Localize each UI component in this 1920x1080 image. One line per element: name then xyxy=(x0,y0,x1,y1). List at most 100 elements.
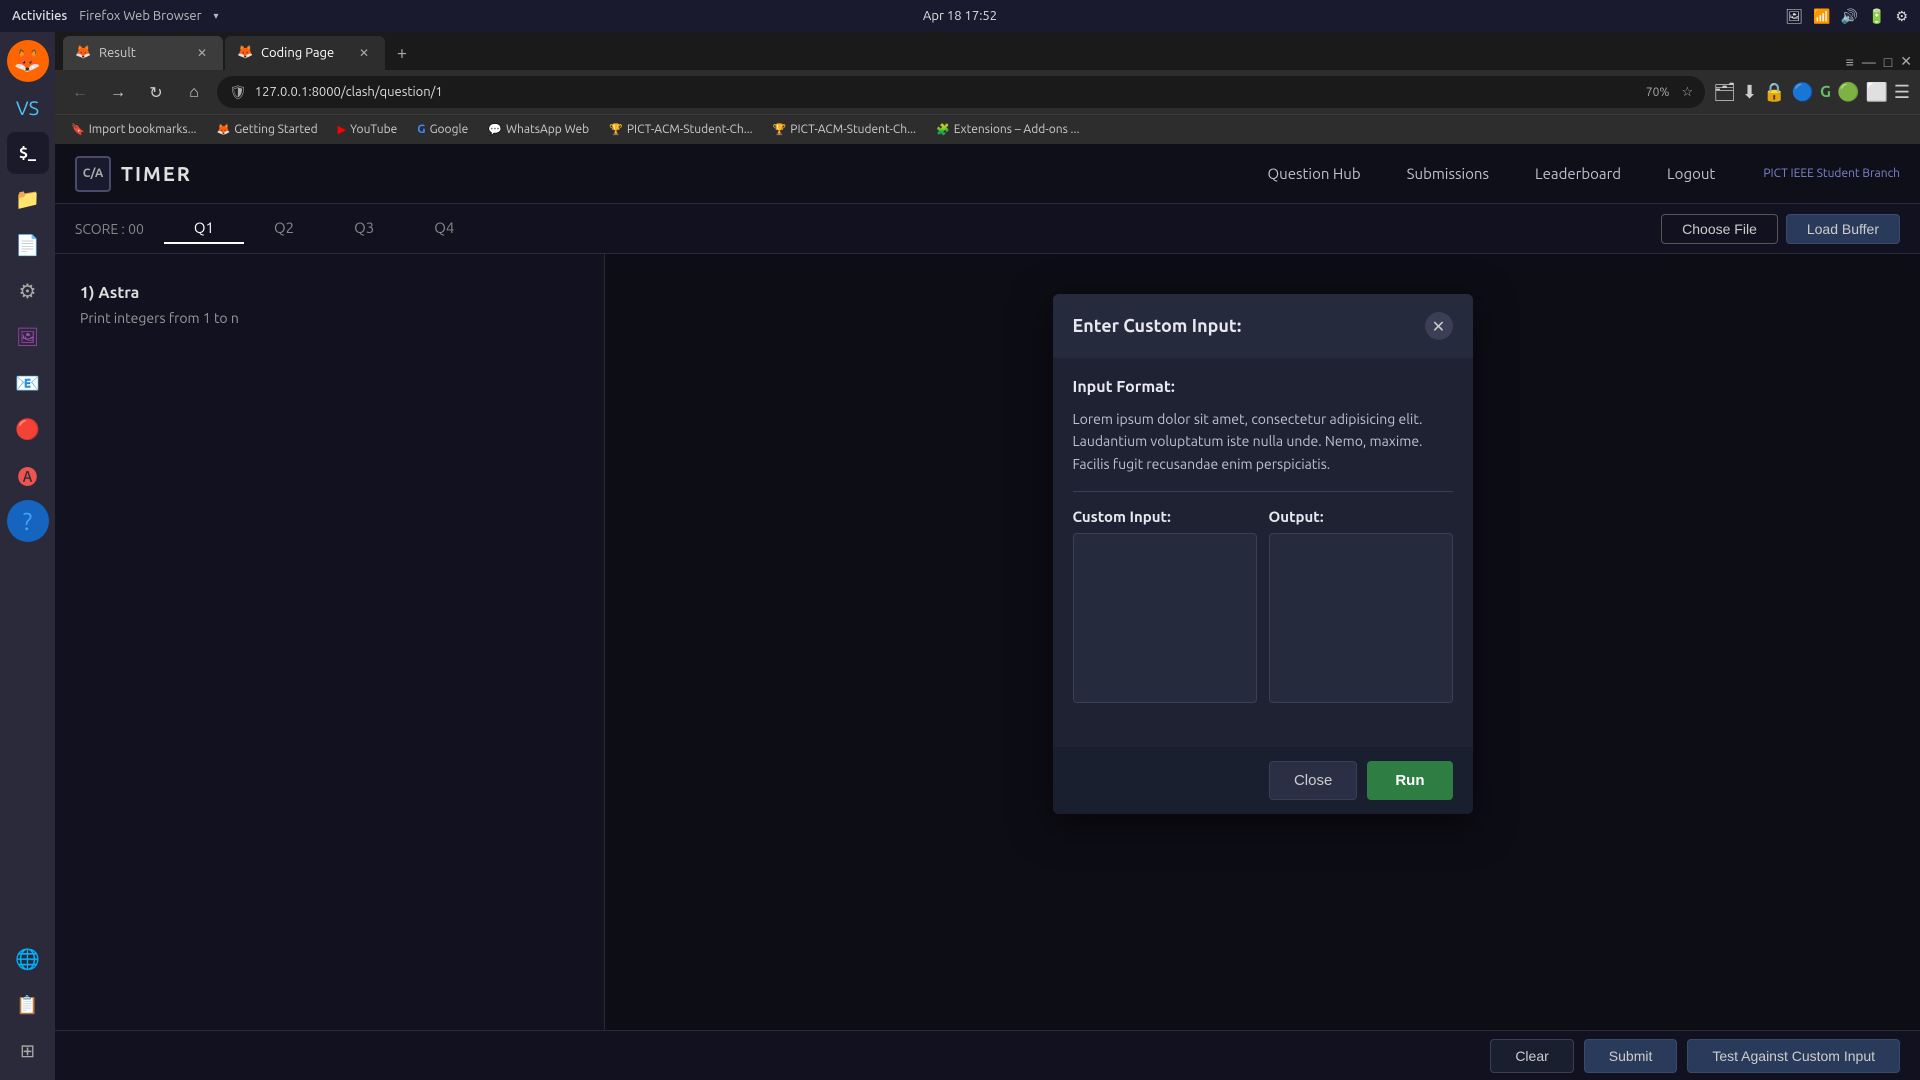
settings-sys-icon[interactable]: ⚙ xyxy=(1895,8,1908,25)
custom-input-modal: Enter Custom Input: ✕ Input Format: Lore… xyxy=(1053,294,1473,814)
sidebar-firefox-icon[interactable]: 🦊 xyxy=(7,40,49,82)
choose-file-button[interactable]: Choose File xyxy=(1661,214,1778,244)
screenshot-sys-icon: 🖼 xyxy=(1785,8,1803,25)
question-panel: 1) Astra Print integers from 1 to n xyxy=(55,254,605,1030)
nav-leaderboard[interactable]: Leaderboard xyxy=(1527,161,1629,186)
modal-run-btn[interactable]: Run xyxy=(1367,761,1452,800)
bookmark-pict1[interactable]: 🏆 PICT-ACM-Student-Ch... xyxy=(601,121,760,138)
sidebar-files-icon[interactable]: 📁 xyxy=(7,178,49,220)
bookmark-pict1-label: PICT-ACM-Student-Ch... xyxy=(627,123,753,136)
q-tab-3[interactable]: Q3 xyxy=(324,213,404,244)
restore-window[interactable]: □ xyxy=(1884,54,1892,70)
bottom-bar: Clear Submit Test Against Custom Input xyxy=(55,1030,1920,1080)
bookmark-whatsapp[interactable]: 💬 WhatsApp Web xyxy=(480,121,597,138)
bookmark-youtube[interactable]: ▶ YouTube xyxy=(330,121,406,138)
bookmark-pict2-icon: 🏆 xyxy=(773,123,787,136)
tab-list-icon[interactable]: ≡ xyxy=(1846,54,1854,70)
browser-name: Firefox Web Browser xyxy=(79,9,201,23)
browser-dropdown-icon[interactable]: ▾ xyxy=(214,10,219,22)
close-window[interactable]: ✕ xyxy=(1900,53,1912,70)
sidebar-document-icon[interactable]: 📄 xyxy=(7,224,49,266)
tab-result-label: Result xyxy=(99,46,136,60)
tab-result-close[interactable]: ✕ xyxy=(193,44,211,62)
grammarly-icon[interactable]: G xyxy=(1820,83,1831,101)
tab-coding[interactable]: 🦊 Coding Page ✕ xyxy=(225,36,385,70)
bookmark-google[interactable]: G Google xyxy=(409,121,476,138)
tab-result-icon: 🦊 xyxy=(75,45,91,61)
sidebar-vpn-icon[interactable]: 🔴 xyxy=(7,408,49,450)
tab-bar: 🦊 Result ✕ 🦊 Coding Page ✕ + ≡ — □ ✕ xyxy=(55,32,1920,70)
bookmark-import-label: Import bookmarks... xyxy=(89,123,197,136)
bookmark-pict1-icon: 🏆 xyxy=(609,123,623,136)
pocket-icon[interactable]: 🗂 xyxy=(1713,82,1736,103)
code-editor-area[interactable]: Enter Custom Input: ✕ Input Format: Lore… xyxy=(605,254,1920,1030)
browser-chrome: 🦊 Result ✕ 🦊 Coding Page ✕ + ≡ — □ ✕ ← →… xyxy=(55,32,1920,144)
q-tab-4[interactable]: Q4 xyxy=(404,213,484,244)
nav-submissions[interactable]: Submissions xyxy=(1399,161,1497,186)
tab-coding-close[interactable]: ✕ xyxy=(355,44,373,62)
sidebar-files2-icon[interactable]: 📋 xyxy=(7,984,49,1026)
bookmark-getting-started[interactable]: 🦊 Getting Started xyxy=(209,121,326,138)
app-logo: C/A TIMER xyxy=(75,156,192,192)
sidebar-grid-icon[interactable]: ⊞ xyxy=(7,1030,49,1072)
load-buffer-button[interactable]: Load Buffer xyxy=(1786,214,1900,244)
extension-green-icon[interactable]: 🟢 xyxy=(1837,82,1859,103)
forward-button[interactable]: → xyxy=(103,77,133,107)
wifi-icon: 📶 xyxy=(1813,8,1830,25)
app-header: C/A TIMER Question Hub Submissions Leade… xyxy=(55,144,1920,204)
address-bar[interactable]: 🛡 127.0.0.1:8000/clash/question/1 70% ☆ xyxy=(217,76,1705,108)
sidebar-settings-icon[interactable]: ⚙ xyxy=(7,270,49,312)
reload-button[interactable]: ↻ xyxy=(141,77,171,107)
nav-bar-right: 🗂 ⬇ 🔒 🔵 G 🟢 ⬜ ☰ xyxy=(1713,82,1910,103)
q-tab-2[interactable]: Q2 xyxy=(244,213,324,244)
linux-sidebar: 🦊 VS $_ 📁 📄 ⚙ 🖼 📧 🔴 🅐 ? 🌐 📋 ⊞ xyxy=(0,32,55,1080)
question-tabs: Q1 Q2 Q3 Q4 xyxy=(164,213,484,244)
main-area: 1) Astra Print integers from 1 to n Ente… xyxy=(55,254,1920,1030)
sidebar-network-icon[interactable]: 🌐 xyxy=(7,938,49,980)
bookmark-pict2-label: PICT-ACM-Student-Ch... xyxy=(790,123,916,136)
url-text: 127.0.0.1:8000/clash/question/1 xyxy=(255,85,1634,99)
bookmark-extensions[interactable]: 🧩 Extensions – Add-ons ... xyxy=(928,121,1087,138)
test-custom-button[interactable]: Test Against Custom Input xyxy=(1687,1039,1900,1073)
modal-close-button[interactable]: ✕ xyxy=(1425,312,1453,340)
minimize-window[interactable]: — xyxy=(1862,54,1876,70)
bookmark-star-icon[interactable]: ☆ xyxy=(1681,85,1693,100)
question-title: 1) Astra xyxy=(80,284,579,302)
extension-blue-icon[interactable]: 🔵 xyxy=(1792,82,1814,103)
q-tab-1[interactable]: Q1 xyxy=(164,213,244,244)
sidebar-help-icon[interactable]: ? xyxy=(7,500,49,542)
input-output-row: Custom Input: Output: xyxy=(1073,508,1453,707)
nav-question-hub[interactable]: Question Hub xyxy=(1260,161,1369,186)
modal-close-btn[interactable]: Close xyxy=(1269,761,1357,800)
bookmark-import[interactable]: 🔖 Import bookmarks... xyxy=(63,121,205,138)
custom-input-textarea[interactable] xyxy=(1073,533,1257,703)
modal-overlay: Enter Custom Input: ✕ Input Format: Lore… xyxy=(605,254,1920,1030)
activities-button[interactable]: Activities xyxy=(12,9,67,23)
sidebar-terminal-icon[interactable]: $_ xyxy=(7,132,49,174)
submit-button[interactable]: Submit xyxy=(1584,1039,1678,1073)
extension-gray-icon[interactable]: ⬜ xyxy=(1865,82,1887,103)
sidebar-vscode-icon[interactable]: VS xyxy=(7,86,49,128)
nav-logout[interactable]: Logout xyxy=(1659,161,1723,186)
modal-body: Input Format: Lorem ipsum dolor sit amet… xyxy=(1053,358,1473,747)
tab-result[interactable]: 🦊 Result ✕ xyxy=(63,36,223,70)
bookmark-extensions-label: Extensions – Add-ons ... xyxy=(954,123,1080,136)
menu-icon[interactable]: ☰ xyxy=(1894,82,1910,103)
sidebar-email-icon[interactable]: 📧 xyxy=(7,362,49,404)
home-button[interactable]: ⌂ xyxy=(179,77,209,107)
modal-footer: Close Run xyxy=(1053,747,1473,814)
bookmark-pict2[interactable]: 🏆 PICT-ACM-Student-Ch... xyxy=(765,121,924,138)
output-textarea[interactable] xyxy=(1269,533,1453,703)
back-button[interactable]: ← xyxy=(65,77,95,107)
bookmark-whatsapp-label: WhatsApp Web xyxy=(506,123,589,136)
score-display: SCORE : 00 xyxy=(75,221,144,237)
sidebar-appstore-icon[interactable]: 🅐 xyxy=(7,454,49,496)
download-icon[interactable]: ⬇ xyxy=(1742,82,1757,103)
tab-coding-icon: 🦊 xyxy=(237,45,253,61)
input-format-text: Lorem ipsum dolor sit amet, consectetur … xyxy=(1073,408,1453,492)
extension-red-icon[interactable]: 🔒 xyxy=(1763,82,1785,103)
clear-button[interactable]: Clear xyxy=(1490,1039,1573,1073)
tab-bar-right: ≡ — □ ✕ xyxy=(1846,53,1920,70)
sidebar-screenshot-icon[interactable]: 🖼 xyxy=(7,316,49,358)
new-tab-button[interactable]: + xyxy=(387,36,417,70)
